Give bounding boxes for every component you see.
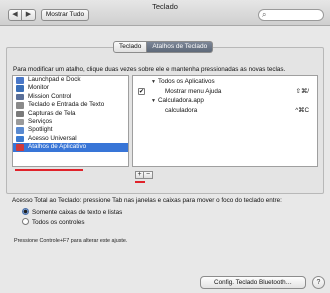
checkbox[interactable]: ✔ [138,88,145,95]
category-label: Launchpad e Dock [28,76,81,83]
radio-label: Somente caixas de texto e listas [32,209,123,216]
category-label: Capturas de Tela [28,109,76,117]
search-icon: ⌕ [262,10,267,19]
disclosure-triangle-icon[interactable]: ▼ [151,96,156,106]
keyboard-icon [16,102,24,109]
shortcut-row[interactable]: calculadora ^⌘C [133,106,317,116]
category-item[interactable]: Monitor [13,84,128,92]
launchpad-icon [16,77,24,84]
help-button[interactable]: ? [312,276,325,289]
category-label: Spotlight [28,126,53,134]
category-label: Teclado e Entrada de Texto [28,101,105,109]
back-button[interactable]: ◀ [8,9,22,21]
forward-button[interactable]: ▶ [22,9,36,21]
radio-button[interactable] [22,218,29,225]
radio-all-controls[interactable]: Todos os controles [22,218,85,227]
preferences-window: Teclado ◀ ▶ Mostrar Tudo ⌕ Teclado Atalh… [0,0,330,293]
services-icon [16,118,24,126]
tab-keyboard-shortcuts[interactable]: Atalhos de Teclado [147,41,214,53]
bluetooth-keyboard-button[interactable]: Config. Teclado Bluetooth… [200,276,306,289]
remove-shortcut-button[interactable]: − [144,171,153,179]
shortcut-group-row[interactable]: ▼ Calculadora.app [133,96,317,106]
app-shortcuts-icon [16,144,24,151]
category-label: Mission Control [28,92,72,100]
category-item[interactable]: Spotlight [13,126,128,134]
annotation-underline [15,169,83,171]
category-item[interactable]: Mission Control [13,93,128,101]
accessibility-icon [16,135,24,143]
shortcut-label: Todos os Aplicativos [158,78,215,85]
monitor-icon [16,85,24,92]
shortcut-label: calculadora [165,107,198,114]
full-access-label: Acesso Total ao Teclado: pressione Tab n… [12,197,282,204]
category-list[interactable]: Launchpad e Dock Monitor Mission Control Te… [12,75,129,167]
shortcut-list[interactable]: ▼ Todos os Aplicativos ✔ Mostrar menu Ajuda… [132,75,318,167]
tab-bar: Teclado Atalhos de Teclado [113,41,214,53]
radio-text-boxes-and-lists[interactable]: Somente caixas de texto e listas [22,208,122,217]
shortcut-row[interactable]: ✔ Mostrar menu Ajuda ⇧⌘/ [133,87,317,97]
category-label: Monitor [28,84,49,92]
shortcut-keys[interactable]: ^⌘C [295,106,309,116]
category-label: Acesso Universal [28,134,77,142]
category-item[interactable]: Serviços [13,118,128,126]
tab-keyboard[interactable]: Teclado [113,41,148,53]
show-all-button[interactable]: Mostrar Tudo [41,9,89,21]
category-label: Serviços [28,117,53,125]
screenshot-icon [16,110,24,118]
category-item[interactable]: Atalhos de Aplicativo [13,143,128,152]
annotation-underline [135,181,145,183]
disclosure-triangle-icon[interactable]: ▼ [151,77,156,87]
add-shortcut-button[interactable]: + [135,171,144,179]
category-item[interactable]: Acesso Universal [13,135,128,143]
shortcut-group-row[interactable]: ▼ Todos os Aplicativos [133,77,317,87]
instructions-text: Para modificar um atalho, clique duas ve… [13,66,286,73]
category-item[interactable]: Teclado e Entrada de Texto [13,101,128,109]
search-input[interactable]: ⌕ [258,9,324,21]
spotlight-icon [16,127,24,134]
category-item[interactable]: Launchpad e Dock [13,76,128,84]
shortcut-keys[interactable]: ⇧⌘/ [296,87,309,97]
shortcut-label: Mostrar menu Ajuda [165,87,222,95]
shortcut-label: Calculadora.app [158,97,204,104]
radio-label: Todos os controles [32,219,85,226]
hint-text: Pressione Controle+F7 para alterar este … [14,238,128,244]
title-bar: Teclado ◀ ▶ Mostrar Tudo ⌕ [0,0,330,26]
radio-button[interactable] [22,208,29,215]
category-label: Atalhos de Aplicativo [28,143,87,151]
mission-control-icon [16,93,24,101]
category-item[interactable]: Capturas de Tela [13,110,128,118]
